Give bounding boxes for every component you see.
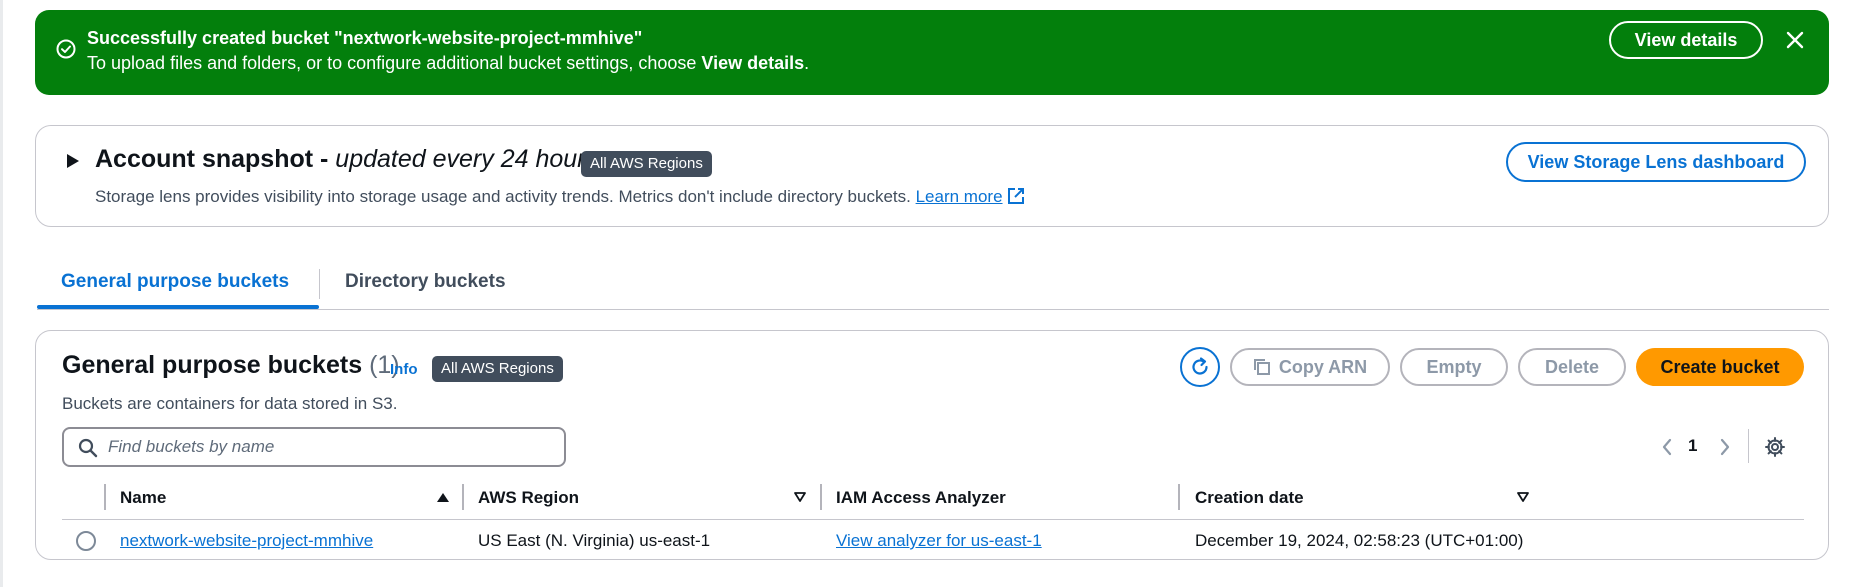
tab-directory[interactable]: Directory buckets [345,271,506,293]
account-snapshot-panel: Account snapshot - updated every 24 hour… [35,125,1829,227]
snapshot-description: Storage lens provides visibility into st… [95,187,1025,207]
column-divider[interactable] [1178,484,1180,510]
panel-title: General purpose buckets (1) [62,351,400,379]
sort-ascending-icon[interactable] [436,490,450,504]
general-buckets-panel: General purpose buckets (1) Info All AWS… [35,330,1829,560]
sort-icon[interactable] [793,490,807,504]
active-tab-indicator [37,305,319,309]
bucket-search[interactable] [62,427,566,467]
view-storage-lens-button[interactable]: View Storage Lens dashboard [1506,142,1806,182]
learn-more-link[interactable]: Learn more [916,187,1003,206]
column-divider[interactable] [820,484,822,510]
tab-general-purpose[interactable]: General purpose buckets [61,271,289,293]
regions-badge: All AWS Regions [581,151,712,177]
flash-description: To upload files and folders, or to confi… [87,53,810,73]
pagination: 1 [1656,429,1806,463]
panel-description: Buckets are containers for data stored i… [62,394,398,413]
bucket-type-tabs: General purpose buckets Directory bucket… [37,253,1829,310]
chevron-left-icon[interactable] [1660,437,1674,457]
refresh-icon [1192,357,1208,375]
column-header-name[interactable]: Name [120,488,166,508]
copy-arn-button[interactable]: Copy ARN [1230,348,1390,386]
pager-divider [1748,429,1749,463]
view-details-button[interactable]: View details [1609,21,1763,59]
external-link-icon[interactable] [1007,187,1025,205]
search-input[interactable] [108,435,548,459]
delete-button[interactable]: Delete [1518,348,1626,386]
flash-title: Successfully created bucket "nextwork-we… [87,28,643,48]
success-flash-banner: Successfully created bucket "nextwork-we… [35,10,1829,95]
column-header-region[interactable]: AWS Region [478,488,579,508]
table-row: nextwork-website-project-mmhive US East … [62,521,1804,561]
current-page[interactable]: 1 [1688,436,1697,456]
view-analyzer-link[interactable]: View analyzer for us-east-1 [836,531,1042,551]
column-divider [104,484,106,510]
bucket-region: US East (N. Virginia) us-east-1 [478,531,711,550]
table-header: Name AWS Region IAM Access Analyzer Crea… [62,476,1804,520]
caret-right-icon[interactable] [66,153,80,169]
bucket-creation-date: December 19, 2024, 02:58:23 (UTC+01:00) [1195,531,1524,550]
info-link[interactable]: Info [390,361,418,378]
bucket-name-link[interactable]: nextwork-website-project-mmhive [120,531,373,551]
search-icon [78,438,98,458]
empty-button[interactable]: Empty [1400,348,1508,386]
close-icon[interactable] [1783,28,1807,52]
regions-badge: All AWS Regions [432,356,563,382]
chevron-right-icon[interactable] [1718,437,1732,457]
refresh-button[interactable] [1180,347,1220,387]
copy-icon [1253,359,1270,375]
row-select-radio[interactable] [76,531,96,551]
gear-icon[interactable] [1764,436,1786,458]
column-header-creation-date[interactable]: Creation date [1195,488,1304,508]
account-snapshot-heading[interactable]: Account snapshot - updated every 24 hour… [95,145,598,174]
check-circle-icon [56,39,76,59]
create-bucket-button[interactable]: Create bucket [1636,348,1804,386]
sort-icon[interactable] [1516,490,1530,504]
tab-divider [319,269,320,299]
column-header-analyzer[interactable]: IAM Access Analyzer [836,488,1006,508]
column-divider[interactable] [462,484,464,510]
